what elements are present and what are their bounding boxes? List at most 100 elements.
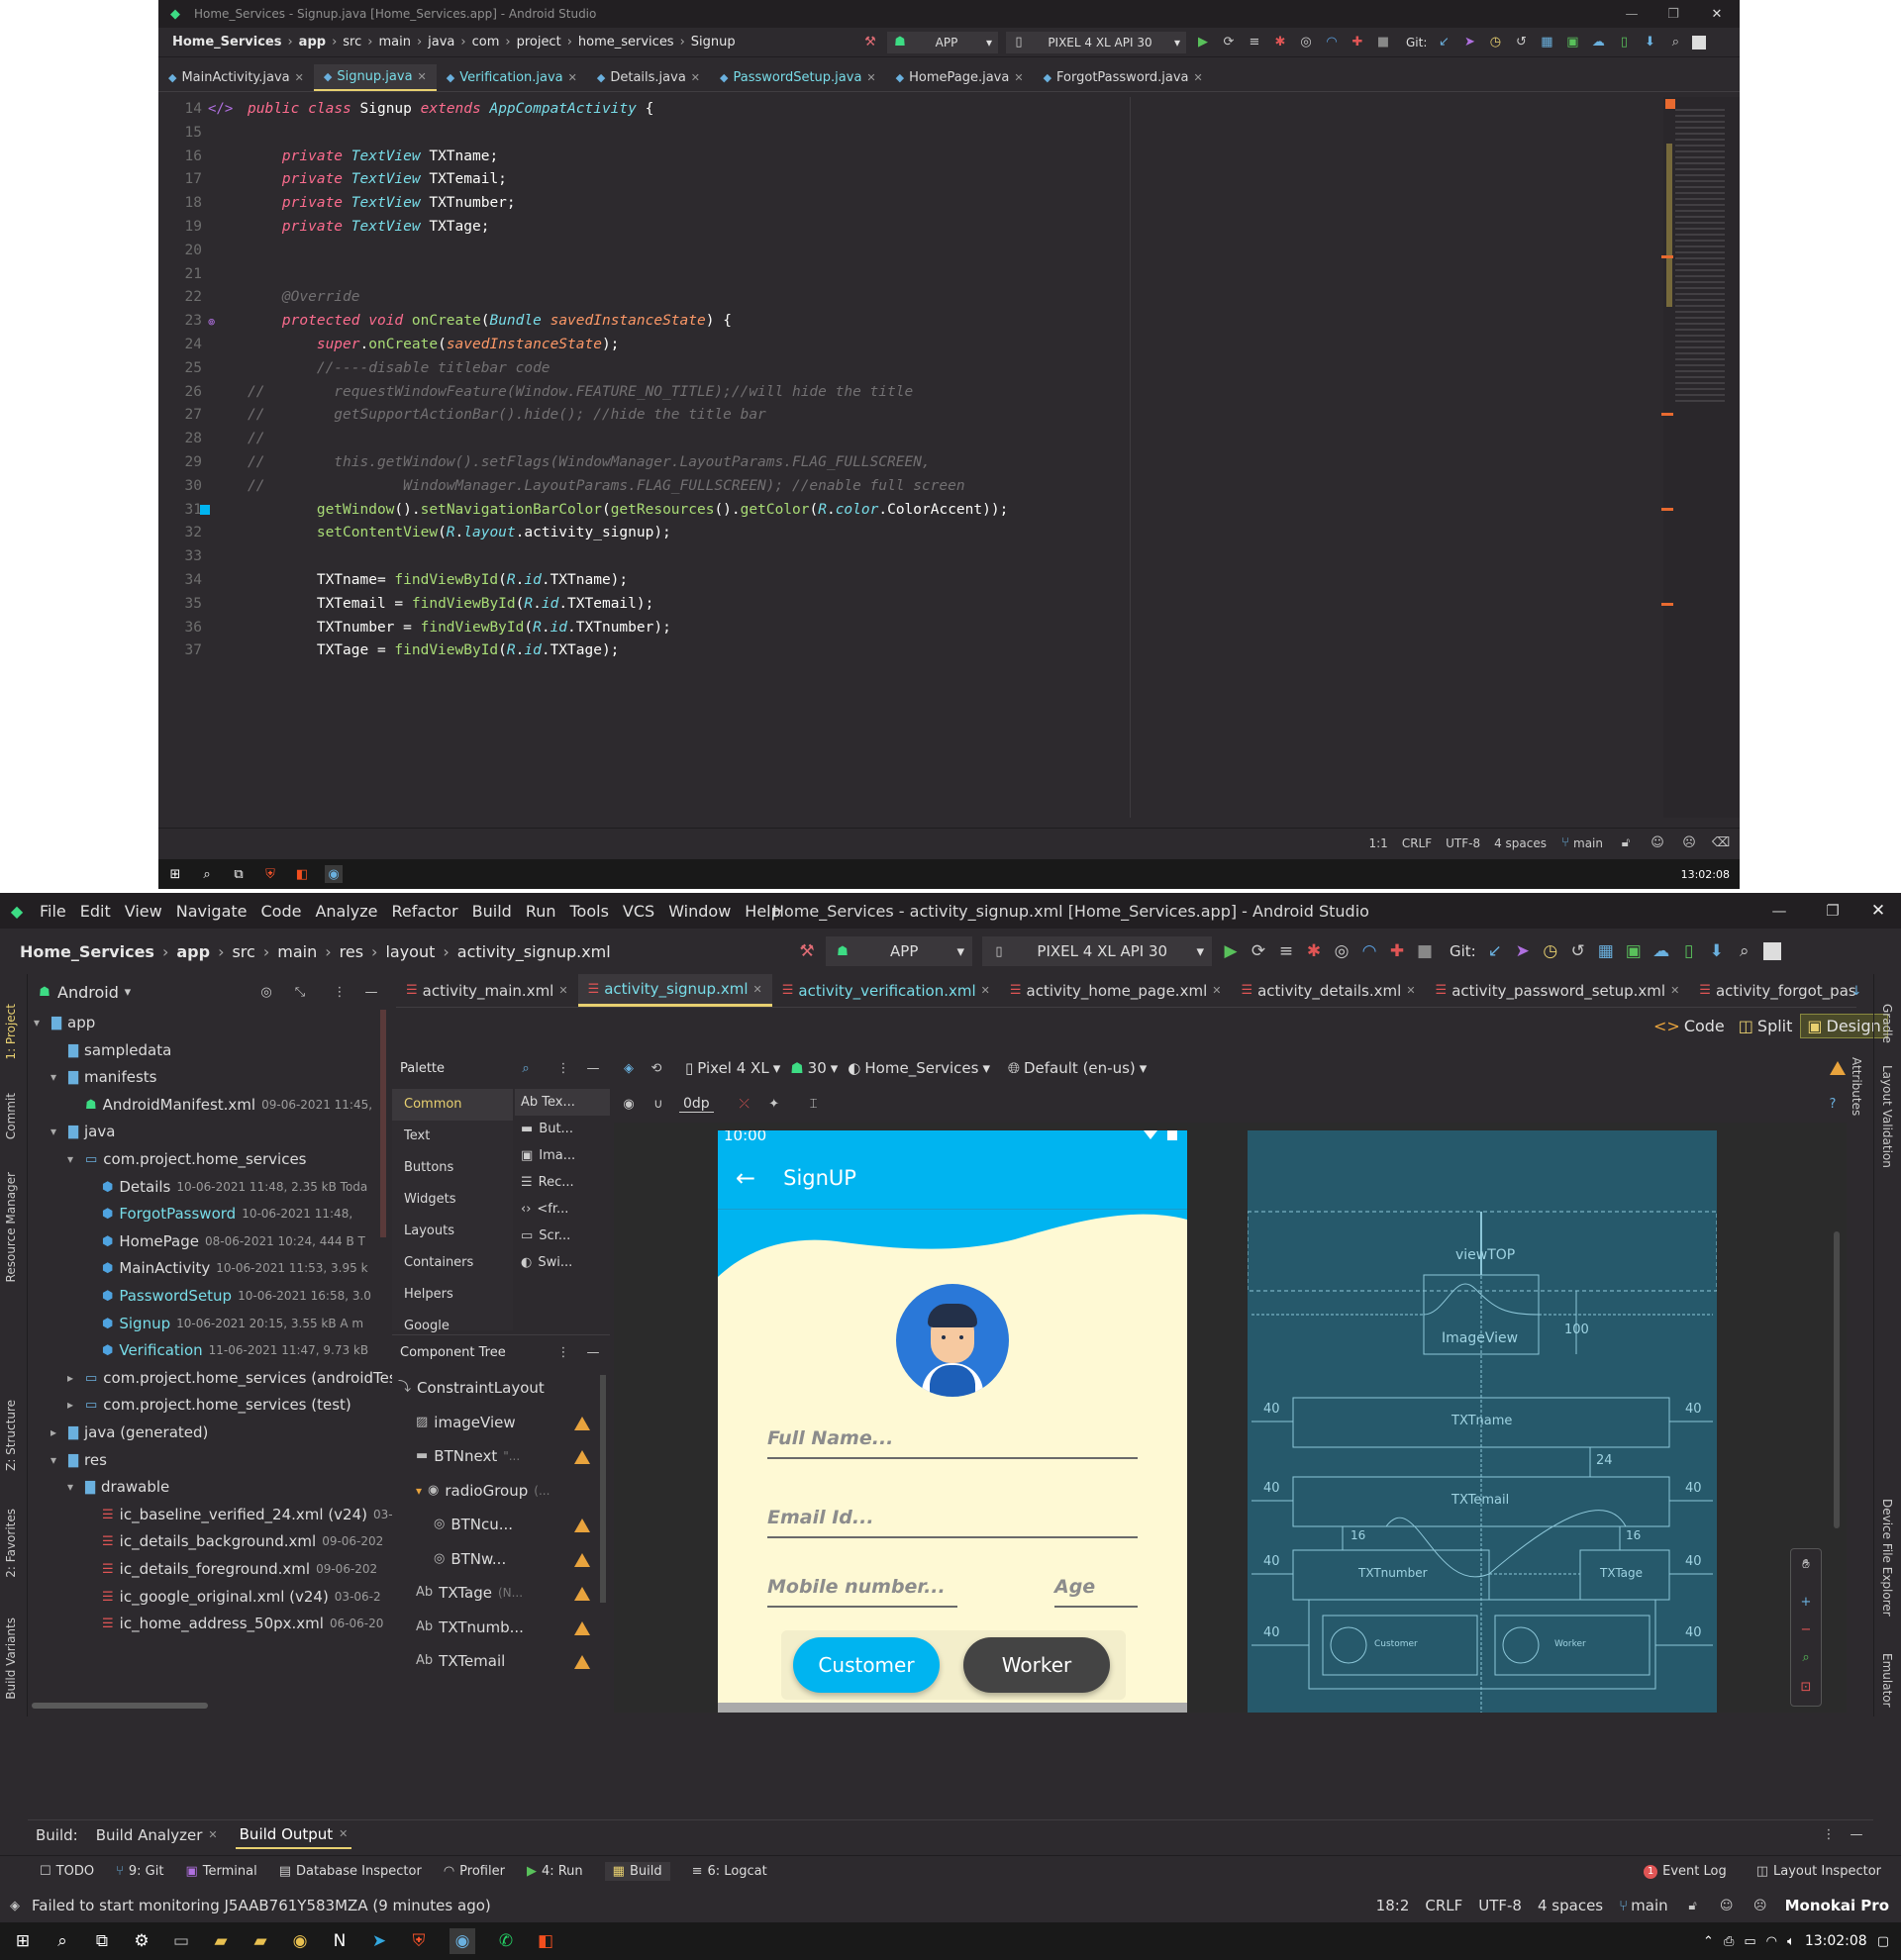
file-explorer-icon[interactable]: ▰ <box>212 1931 230 1951</box>
avd-manager-icon[interactable]: ▯ <box>1615 34 1633 51</box>
palette-widget[interactable]: ▣ Ima... <box>515 1142 610 1169</box>
project-tree-row[interactable]: ▇ sampledata <box>50 1037 177 1064</box>
folder-icon[interactable]: ▰ <box>251 1931 269 1951</box>
attach-debugger-icon[interactable]: ✚ <box>1388 941 1406 961</box>
breadcrumb-item[interactable]: activity_signup.xml <box>457 942 611 961</box>
code-line[interactable]: 15 <box>158 121 1130 145</box>
run-icon[interactable]: ▶ <box>1194 34 1212 51</box>
breadcrumb-item[interactable]: res <box>340 942 363 961</box>
breadcrumb-item[interactable]: java <box>428 35 454 49</box>
project-hscrollbar[interactable] <box>32 1703 208 1709</box>
layout-editor-tab[interactable]: ☰ activity_signup.xml ✕ <box>577 974 772 1007</box>
project-tree-row[interactable]: ☰ ic_details_background.xml 09-06-202 <box>84 1528 383 1555</box>
layout-editor-tab[interactable]: ☰ activity_details.xml ✕ <box>1231 974 1425 1007</box>
close-tab-icon[interactable]: ✕ <box>558 984 567 997</box>
eye-icon[interactable]: ◉ <box>620 1095 638 1113</box>
expand-arrow-icon[interactable]: ▾ <box>67 1474 79 1501</box>
menu-refactor[interactable]: Refactor <box>392 902 458 921</box>
side-tab-gradle[interactable]: Gradle <box>1880 1004 1894 1043</box>
project-tree-row[interactable]: ▾ ▇ app <box>34 1010 101 1036</box>
design-canvas[interactable]: 10:00 ← SignUP Full Name... Email Id... … <box>614 1123 1847 1713</box>
warning-icon[interactable] <box>574 1587 590 1601</box>
chrome-icon[interactable]: ◉ <box>291 1931 309 1951</box>
more-options-icon[interactable]: ⋮ <box>1820 1826 1838 1844</box>
component-tree-row[interactable]: ▨ imageView <box>416 1408 596 1437</box>
inspector-icon[interactable]: ☺ <box>1649 834 1666 852</box>
android-studio-taskbar-icon[interactable]: ◉ <box>450 1928 475 1954</box>
project-tree-row[interactable]: ⬢ ForgotPassword 10-06-2021 11:48, <box>84 1201 352 1227</box>
memory-icon[interactable]: ☹ <box>1680 834 1698 852</box>
search-icon[interactable]: ⌕ <box>517 1059 535 1077</box>
menu-run[interactable]: Run <box>526 902 556 921</box>
project-tree-row[interactable]: ⬢ MainActivity 10-06-2021 11:53, 3.95 k <box>84 1255 368 1282</box>
trash-icon[interactable]: ⌫ <box>1712 834 1730 852</box>
android-studio-taskbar-icon[interactable]: ◉ <box>325 865 343 883</box>
brave-icon[interactable]: ⛨ <box>261 865 279 883</box>
orientation-icon[interactable]: ⟲ <box>648 1059 665 1077</box>
palette-category[interactable]: Helpers <box>392 1279 513 1311</box>
stop-icon[interactable]: ■ <box>1374 34 1392 51</box>
code-line[interactable]: 26 // requestWindowFeature(Window.FEATURE… <box>158 380 1130 404</box>
infer-constraints-icon[interactable]: ✦ <box>765 1095 783 1113</box>
task-view-icon[interactable]: ⧉ <box>93 1931 111 1951</box>
indent[interactable]: 4 spaces <box>1494 836 1547 850</box>
code-mode-button[interactable]: <> Code <box>1653 1017 1725 1035</box>
menu-edit[interactable]: Edit <box>80 902 111 921</box>
project-tree-row[interactable]: ☰ ic_details_foreground.xml 09-06-202 <box>84 1556 377 1583</box>
code-line[interactable]: 28 // <box>158 427 1130 450</box>
cursor-position[interactable]: 18:2 <box>1376 1897 1410 1914</box>
close-tab-icon[interactable]: ✕ <box>295 71 304 84</box>
close-tab-icon[interactable]: ✕ <box>1212 984 1221 997</box>
close-tab-icon[interactable]: ✕ <box>1014 71 1023 84</box>
avd-manager-icon[interactable]: ▯ <box>1680 941 1698 961</box>
sync-icon[interactable]: ☁ <box>1652 941 1670 961</box>
more-options-icon[interactable]: ⋮ <box>554 1059 572 1077</box>
git-push-icon[interactable]: ➤ <box>1514 941 1532 961</box>
layout-editor-tab[interactable]: ☰ activity_password_setup.xml ✕ <box>1426 974 1690 1007</box>
line-ending[interactable]: CRLF <box>1402 836 1432 850</box>
expand-arrow-icon[interactable]: ▾ <box>50 1064 62 1091</box>
tool-tab[interactable]: ▶ 4: Run <box>527 1864 583 1879</box>
component-tree-row[interactable]: ▾ ◉ radioGroup (... <box>416 1476 596 1506</box>
git-update-icon[interactable]: ↙ <box>1435 34 1452 51</box>
editor-tab[interactable]: ◆ Verification.java ✕ <box>437 64 587 91</box>
indent[interactable]: 4 spaces <box>1538 1897 1603 1914</box>
apply-changes-icon[interactable]: ⟳ <box>1250 941 1267 961</box>
layout-editor-tab[interactable]: ☰ activity_main.xml ✕ <box>396 974 578 1007</box>
expand-arrow-icon[interactable]: ▾ <box>50 1447 62 1474</box>
code-line[interactable]: 23 protected void onCreate(Bundle savedI… <box>158 309 1130 333</box>
windows-start-icon[interactable]: ⊞ <box>14 1931 32 1951</box>
warning-icon[interactable] <box>574 1519 590 1532</box>
telegram-icon[interactable]: ➤ <box>370 1931 388 1951</box>
attach-debugger-icon[interactable]: ✚ <box>1349 34 1366 51</box>
zoom-out-icon[interactable]: − <box>1797 1620 1815 1638</box>
close-tab-icon[interactable]: ✕ <box>691 71 700 84</box>
locate-icon[interactable]: ◎ <box>257 983 275 1001</box>
palette-widget[interactable]: Ab Tex... <box>515 1089 610 1116</box>
palette-widget[interactable]: ▭ Scr... <box>515 1223 610 1249</box>
split-mode-button[interactable]: ◫ Split <box>1739 1017 1793 1035</box>
close-icon[interactable]: ✕ <box>1869 901 1887 921</box>
tool-tab[interactable]: ◠ Profiler <box>444 1864 505 1879</box>
breadcrumb-item[interactable]: app <box>299 35 326 49</box>
api-dropdown[interactable]: ☗ 30 ▾ <box>790 1059 838 1077</box>
project-tree-row[interactable]: ⬢ Details 10-06-2021 11:48, 2.35 kB Toda <box>84 1174 367 1201</box>
editor-tab[interactable]: ◆ Details.java ✕ <box>587 64 710 91</box>
project-tree-row[interactable]: ☗ AndroidManifest.xml 09-06-2021 11:45, <box>67 1092 372 1119</box>
editor-tab[interactable]: ◆ ForgotPassword.java ✕ <box>1034 64 1213 91</box>
side-tab-project[interactable]: 1: Project <box>4 1004 18 1060</box>
profile-icon[interactable]: ◠ <box>1323 34 1341 51</box>
side-tab-structure[interactable]: Z: Structure <box>4 1400 18 1471</box>
code-line[interactable]: 24 super.onCreate(savedInstanceState); <box>158 333 1130 356</box>
code-line[interactable]: 27 // getSupportActionBar().hide(); //hid… <box>158 403 1130 427</box>
expand-arrow-icon[interactable]: ▾ <box>67 1146 79 1173</box>
sdk-manager-icon[interactable]: ⬇ <box>1641 34 1658 51</box>
code-line[interactable]: 29 // this.getWindow().setFlags(WindowMan… <box>158 450 1130 474</box>
code-line[interactable]: 25 //----disable titlebar code <box>158 356 1130 380</box>
search-icon[interactable]: ⌕ <box>198 865 216 883</box>
warning-icon[interactable] <box>574 1552 590 1567</box>
tool-tab[interactable]: ⑂ 9: Git <box>116 1864 163 1879</box>
scroll-thumb[interactable] <box>1666 144 1672 307</box>
tool-tab[interactable]: ☐ TODO <box>40 1864 94 1879</box>
palette-widget[interactable]: ‹› <fr... <box>515 1196 610 1223</box>
